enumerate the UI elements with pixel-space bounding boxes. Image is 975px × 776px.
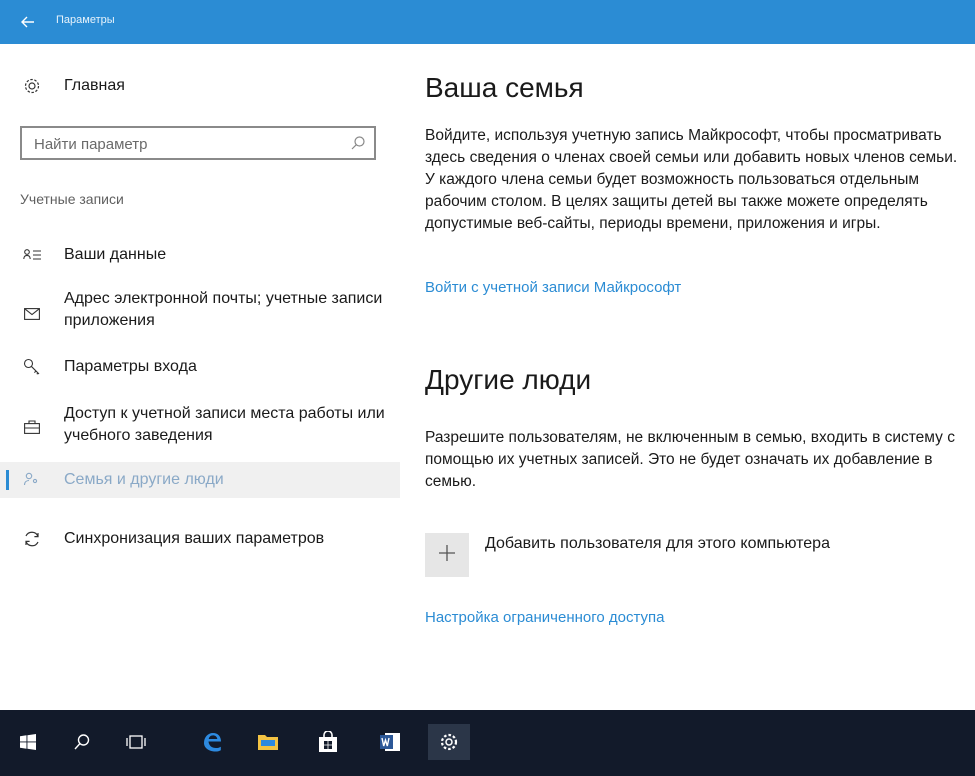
taskbar bbox=[0, 710, 975, 776]
search-box[interactable] bbox=[20, 126, 376, 160]
family-heading: Ваша семья bbox=[425, 72, 584, 103]
sidebar-item-label: Синхронизация ваших параметров bbox=[64, 530, 325, 547]
sidebar-item-sign-in-options[interactable]: Параметры входа bbox=[0, 354, 400, 380]
sidebar: Главная Учетные записи Ваши данные Адрес… bbox=[0, 44, 400, 710]
title-bar: Параметры bbox=[0, 0, 975, 44]
gear-icon bbox=[22, 76, 42, 96]
sidebar-item-email-accounts[interactable]: Адрес электронной почты; учетные записи … bbox=[0, 286, 400, 334]
sidebar-item-work-access[interactable]: Доступ к учетной записи места работы или… bbox=[0, 401, 400, 449]
sidebar-home[interactable]: Главная bbox=[0, 74, 400, 98]
other-people-heading: Другие люди bbox=[425, 364, 592, 395]
sidebar-item-label: Адрес электронной почты; учетные записи … bbox=[64, 290, 383, 329]
plus-icon bbox=[438, 544, 456, 567]
microsoft-signin-link[interactable]: Войти с учетной записи Майкрософт bbox=[425, 279, 681, 296]
edge-browser-icon[interactable] bbox=[194, 724, 230, 760]
sidebar-item-label: Доступ к учетной записи места работы или… bbox=[64, 405, 385, 444]
sidebar-item-label: Ваши данные bbox=[64, 246, 167, 263]
word-icon[interactable] bbox=[372, 724, 408, 760]
add-user-label[interactable]: Добавить пользователя для этого компьюте… bbox=[485, 535, 830, 553]
key-icon bbox=[22, 357, 42, 377]
sidebar-item-family[interactable]: Семья и другие люди bbox=[0, 462, 400, 498]
section-title: Учетные записи bbox=[20, 191, 124, 207]
family-icon bbox=[22, 470, 42, 490]
mail-icon bbox=[22, 304, 42, 324]
sync-icon bbox=[22, 529, 42, 549]
search-input[interactable] bbox=[32, 133, 336, 155]
window-title: Параметры bbox=[56, 14, 115, 26]
search-icon[interactable] bbox=[350, 135, 366, 156]
windows-start-icon[interactable] bbox=[10, 724, 46, 760]
task-view-icon[interactable] bbox=[118, 724, 154, 760]
sidebar-item-your-info[interactable]: Ваши данные bbox=[0, 242, 400, 268]
other-people-description: Разрешите пользователям, не включенным в… bbox=[425, 429, 955, 490]
search-icon[interactable] bbox=[64, 724, 100, 760]
home-label: Главная bbox=[64, 77, 125, 94]
active-indicator bbox=[6, 470, 9, 490]
family-description: Войдите, используя учетную запись Майкро… bbox=[425, 127, 958, 232]
kiosk-setup-link[interactable]: Настройка ограниченного доступа bbox=[425, 609, 665, 626]
person-card-icon bbox=[22, 245, 42, 265]
sidebar-item-label: Семья и другие люди bbox=[64, 471, 224, 488]
settings-gear-icon[interactable] bbox=[428, 724, 470, 760]
store-icon[interactable] bbox=[310, 724, 346, 760]
file-explorer-icon[interactable] bbox=[250, 724, 286, 760]
briefcase-icon bbox=[22, 417, 42, 437]
main-content: Ваша семья Войдите, используя учетную за… bbox=[425, 44, 975, 710]
sidebar-item-label: Параметры входа bbox=[64, 358, 197, 375]
sidebar-item-sync[interactable]: Синхронизация ваших параметров bbox=[0, 526, 400, 552]
back-arrow-icon[interactable] bbox=[16, 12, 40, 36]
add-user-button[interactable] bbox=[425, 533, 469, 577]
